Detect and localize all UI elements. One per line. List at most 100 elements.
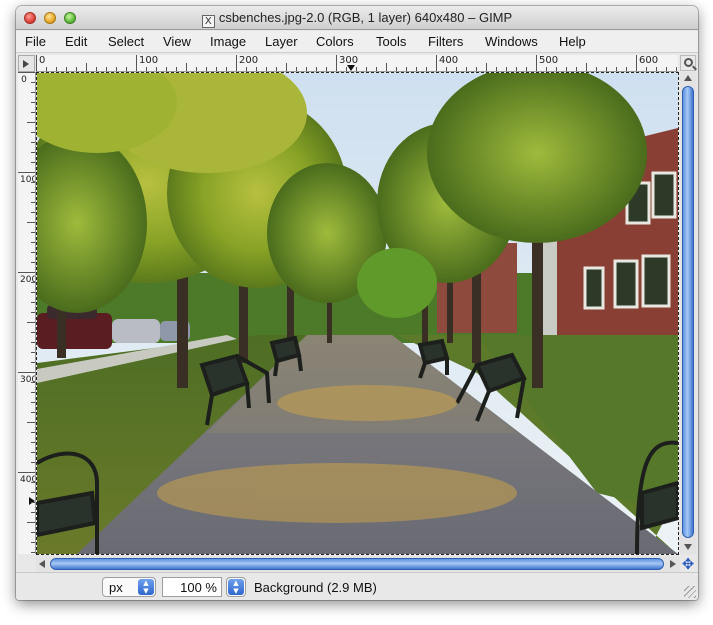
ruler-tick xyxy=(196,67,197,71)
menu-layer[interactable]: Layer xyxy=(265,34,298,49)
ruler-tick xyxy=(31,312,35,313)
gimp-image-window: Xcsbenches.jpg-2.0 (RGB, 1 layer) 640x48… xyxy=(16,6,698,600)
horizontal-ruler[interactable]: 0 100 200 300 400 500 600 xyxy=(36,55,678,72)
ruler-tick xyxy=(226,67,227,71)
ruler-menu-icon xyxy=(23,60,29,68)
ruler-tick xyxy=(31,202,35,203)
ruler-label: 500 xyxy=(539,55,559,66)
ruler-pointer-marker xyxy=(29,497,35,505)
ruler-tick xyxy=(31,552,35,553)
ruler-tick xyxy=(146,67,147,71)
navigate-button[interactable]: ✥ xyxy=(680,556,696,572)
menu-select[interactable]: Select xyxy=(108,34,144,49)
ruler-tick xyxy=(466,67,467,71)
vertical-scrollbar[interactable] xyxy=(680,72,696,554)
ruler-tick xyxy=(31,482,35,483)
ruler-pointer-marker xyxy=(347,65,355,71)
ruler-tick xyxy=(446,67,447,71)
ruler-tick xyxy=(27,122,35,123)
ruler-tick xyxy=(27,222,35,223)
ruler-tick xyxy=(56,67,57,71)
zoom-input[interactable] xyxy=(162,577,222,597)
scroll-down-icon[interactable] xyxy=(684,544,692,550)
unit-value: px xyxy=(109,580,123,595)
ruler-tick xyxy=(586,63,587,71)
menu-view[interactable]: View xyxy=(163,34,191,49)
ruler-tick xyxy=(31,262,35,263)
vertical-scroll-thumb[interactable] xyxy=(682,86,694,538)
menu-tools[interactable]: Tools xyxy=(376,34,406,49)
ruler-tick xyxy=(656,67,657,71)
ruler-tick xyxy=(506,67,507,71)
ruler-tick xyxy=(106,67,107,71)
ruler-label: 200 xyxy=(239,55,259,66)
ruler-tick xyxy=(236,55,237,71)
ruler-tick xyxy=(366,67,367,71)
ruler-tick xyxy=(31,442,35,443)
ruler-tick xyxy=(31,82,35,83)
zoom-toggle-button[interactable] xyxy=(680,55,696,71)
ruler-tick xyxy=(316,67,317,71)
ruler-tick xyxy=(27,322,35,323)
title-bar[interactable]: Xcsbenches.jpg-2.0 (RGB, 1 layer) 640x48… xyxy=(16,6,698,30)
scroll-right-icon[interactable] xyxy=(670,560,676,568)
ruler-tick xyxy=(626,67,627,71)
ruler-tick xyxy=(546,67,547,71)
ruler-tick xyxy=(156,67,157,71)
vertical-ruler[interactable]: 0 100 200 300 400 xyxy=(18,72,36,554)
ruler-tick xyxy=(86,63,87,71)
unit-select[interactable]: px ▲ ▼ xyxy=(102,577,156,597)
ruler-tick xyxy=(166,67,167,71)
ruler-label: 0 xyxy=(39,55,46,66)
image-canvas[interactable] xyxy=(36,72,679,555)
ruler-tick xyxy=(31,492,35,493)
ruler-tick xyxy=(18,272,35,273)
ruler-menu-button[interactable] xyxy=(18,55,35,72)
horizontal-scroll-thumb[interactable] xyxy=(50,558,664,570)
ruler-tick xyxy=(76,67,77,71)
menu-file[interactable]: File xyxy=(25,34,46,49)
ruler-tick xyxy=(18,472,35,473)
ruler-tick xyxy=(27,522,35,523)
ruler-tick xyxy=(556,67,557,71)
menu-image[interactable]: Image xyxy=(210,34,246,49)
menu-help[interactable]: Help xyxy=(559,34,586,49)
ruler-tick xyxy=(31,162,35,163)
ruler-tick xyxy=(18,72,35,73)
ruler-tick xyxy=(346,67,347,71)
ruler-tick xyxy=(276,67,277,71)
ruler-tick xyxy=(31,362,35,363)
ruler-label: 300 xyxy=(20,375,36,385)
ruler-label: 400 xyxy=(20,475,36,485)
ruler-tick xyxy=(31,332,35,333)
ruler-tick xyxy=(31,412,35,413)
scroll-up-icon[interactable] xyxy=(684,75,692,81)
ruler-tick xyxy=(31,382,35,383)
ruler-tick xyxy=(486,63,487,71)
scroll-left-icon[interactable] xyxy=(39,560,45,568)
ruler-tick xyxy=(31,242,35,243)
ruler-label: 200 xyxy=(20,275,36,285)
horizontal-scrollbar[interactable] xyxy=(36,556,680,572)
resize-grip-icon[interactable] xyxy=(684,586,696,598)
menu-colors[interactable]: Colors xyxy=(316,34,354,49)
ruler-tick xyxy=(31,292,35,293)
ruler-tick xyxy=(31,182,35,183)
ruler-tick xyxy=(31,532,35,533)
ruler-tick xyxy=(31,132,35,133)
ruler-tick xyxy=(676,67,677,71)
image-file-icon: X xyxy=(201,15,215,28)
ruler-tick xyxy=(186,63,187,71)
menu-windows[interactable]: Windows xyxy=(485,34,538,49)
ruler-tick xyxy=(31,192,35,193)
window-title-area: Xcsbenches.jpg-2.0 (RGB, 1 layer) 640x48… xyxy=(16,10,698,28)
menu-filters[interactable]: Filters xyxy=(428,34,463,49)
ruler-tick xyxy=(666,67,667,71)
ruler-tick xyxy=(96,67,97,71)
ruler-tick xyxy=(176,67,177,71)
zoom-select[interactable]: ▲ ▼ xyxy=(226,577,246,597)
ruler-tick xyxy=(636,55,637,71)
ruler-tick xyxy=(406,67,407,71)
ruler-tick xyxy=(31,392,35,393)
menu-edit[interactable]: Edit xyxy=(65,34,87,49)
